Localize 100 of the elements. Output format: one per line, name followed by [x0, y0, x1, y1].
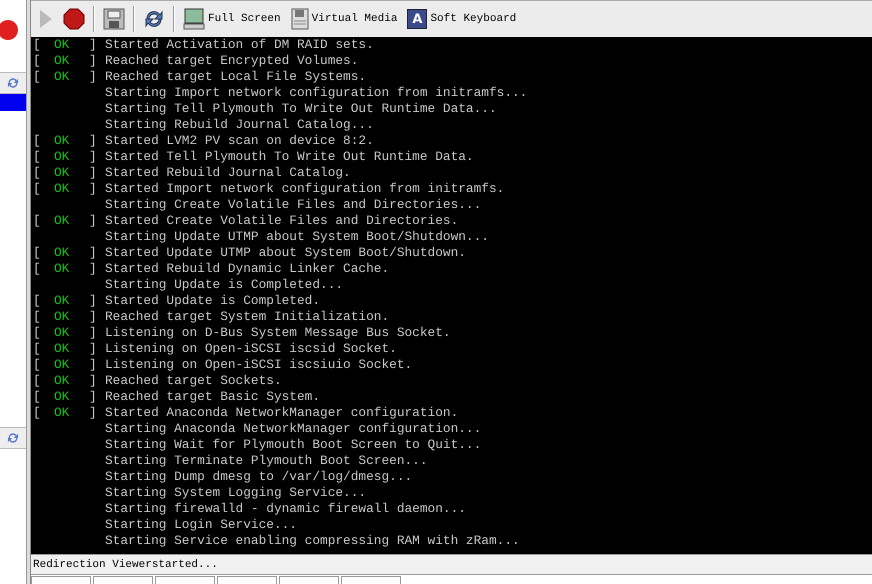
bracket: [	[33, 309, 42, 325]
console-line: Started Anaconda NetworkManager configuration.	[105, 405, 458, 421]
console-line: Reached target Local File Systems.	[105, 69, 366, 85]
console-line: Starting Wait for Plymouth Boot Screen to Quit...	[105, 437, 482, 453]
bracket: ]	[89, 37, 97, 53]
full-screen-button[interactable]: Full Screen	[181, 5, 283, 33]
refresh-icon	[143, 8, 165, 30]
bracket: ]	[89, 389, 97, 405]
bracket: ]	[89, 373, 97, 389]
status-text: Redirection Viewerstarted...	[31, 554, 872, 575]
console-line: Starting Dump dmesg to /var/log/dmesg...	[105, 469, 412, 485]
bracket: ]	[89, 69, 97, 85]
bracket: ]	[89, 293, 97, 309]
console-line: Started Update UTMP about System Boot/Shutdown.	[105, 245, 466, 261]
bracket: [	[33, 325, 42, 341]
status-dot-icon	[0, 20, 18, 40]
ok-status: OK	[54, 53, 70, 69]
tab[interactable]	[31, 576, 91, 584]
console-line: Started Activation of DM RAID sets.	[105, 37, 374, 53]
bracket: ]	[89, 181, 97, 197]
bracket: [	[33, 389, 42, 405]
ok-status: OK	[54, 357, 70, 373]
ok-status: OK	[54, 181, 70, 197]
stop-icon	[63, 8, 85, 30]
ok-status: OK	[54, 37, 70, 53]
bracket: ]	[89, 341, 97, 357]
console-line: Started Create Volatile Files and Directories.	[105, 213, 458, 229]
bracket: ]	[89, 213, 97, 229]
tab[interactable]	[217, 576, 277, 584]
bracket: [	[33, 149, 42, 165]
bracket: ]	[89, 357, 97, 373]
bracket: [	[33, 245, 42, 261]
bracket: [	[33, 53, 42, 69]
console-line: Reached target Sockets.	[105, 373, 282, 389]
bracket: ]	[89, 325, 97, 341]
ok-status: OK	[54, 309, 70, 325]
virtual-media-button[interactable]: Virtual Media	[288, 5, 400, 33]
soft-keyboard-button[interactable]: A Soft Keyboard	[405, 5, 518, 33]
console-line: Starting System Logging Service...	[105, 485, 366, 501]
console-line: Reached target Basic System.	[105, 389, 320, 405]
ok-status: OK	[54, 149, 70, 165]
console-line: Started Rebuild Dynamic Linker Cache.	[105, 261, 390, 277]
play-icon	[39, 9, 53, 29]
tab[interactable]	[341, 576, 401, 584]
refresh-icon	[6, 431, 20, 445]
bracket: [	[33, 261, 42, 277]
console-line: Starting Login Service...	[105, 517, 297, 533]
bracket: [	[33, 373, 42, 389]
console-line: Reached target Encrypted Volumes.	[105, 53, 358, 69]
bracket: [	[33, 341, 42, 357]
ok-status: OK	[54, 261, 70, 277]
console-line: Starting Rebuild Journal Catalog...	[105, 117, 374, 133]
bracket: [	[33, 213, 42, 229]
console-line: Starting Create Volatile Files and Directories...	[105, 197, 482, 213]
bracket: [	[33, 181, 42, 197]
console-line: Started Tell Plymouth To Write Out Runtime Data.	[105, 149, 474, 165]
tab[interactable]	[155, 576, 215, 584]
console-line: Started Import network configuration from initramfs.	[105, 181, 504, 197]
bracket: [	[33, 133, 42, 149]
console-line: Starting Import network configuration from initramfs...	[105, 85, 528, 101]
ok-status: OK	[54, 213, 70, 229]
ok-status: OK	[54, 165, 70, 181]
console-line: Starting Update is Completed...	[105, 277, 344, 293]
console-line: Started Rebuild Journal Catalog.	[105, 165, 351, 181]
monitor-icon	[183, 8, 205, 30]
key-icon: A	[407, 9, 428, 29]
bracket: ]	[89, 405, 97, 421]
bracket: [	[33, 165, 42, 181]
ok-status: OK	[54, 373, 70, 389]
bracket: ]	[89, 133, 97, 149]
console-line: Listening on D-Bus System Message Bus Socket.	[105, 325, 451, 341]
bracket: [	[33, 69, 42, 85]
tab[interactable]	[93, 576, 153, 584]
console-line: Starting Terminate Plymouth Boot Screen...	[105, 453, 428, 469]
console-line: Starting Tell Plymouth To Write Out Runtime Data...	[105, 101, 497, 117]
ok-status: OK	[54, 325, 70, 341]
tab[interactable]	[279, 576, 339, 584]
bracket: ]	[89, 165, 97, 181]
ok-status: OK	[54, 405, 70, 421]
console-line: Starting Anaconda NetworkManager configuration...	[105, 421, 482, 437]
ok-status: OK	[54, 341, 70, 357]
bracket: ]	[89, 309, 97, 325]
bracket: [	[33, 357, 42, 373]
bracket: [	[33, 293, 42, 309]
ok-status: OK	[54, 69, 70, 85]
ok-status: OK	[54, 133, 70, 149]
console-line: Reached target System Initialization.	[105, 309, 390, 325]
console-line: Started Update is Completed.	[105, 293, 320, 309]
bracket: ]	[89, 261, 97, 277]
bracket: ]	[89, 53, 97, 69]
ok-status: OK	[54, 245, 70, 261]
refresh-icon	[6, 76, 20, 90]
bracket: ]	[89, 149, 97, 165]
console-line: Listening on Open-iSCSI iscsid Socket.	[105, 341, 397, 357]
bracket: ]	[89, 245, 97, 261]
bracket: [	[33, 37, 42, 53]
ok-status: OK	[54, 389, 70, 405]
console-line: Starting Update UTMP about System Boot/Shutdown...	[105, 229, 489, 245]
bracket: [	[33, 405, 42, 421]
console-line: Starting firewalld - dynamic firewall daemon...	[105, 501, 466, 517]
